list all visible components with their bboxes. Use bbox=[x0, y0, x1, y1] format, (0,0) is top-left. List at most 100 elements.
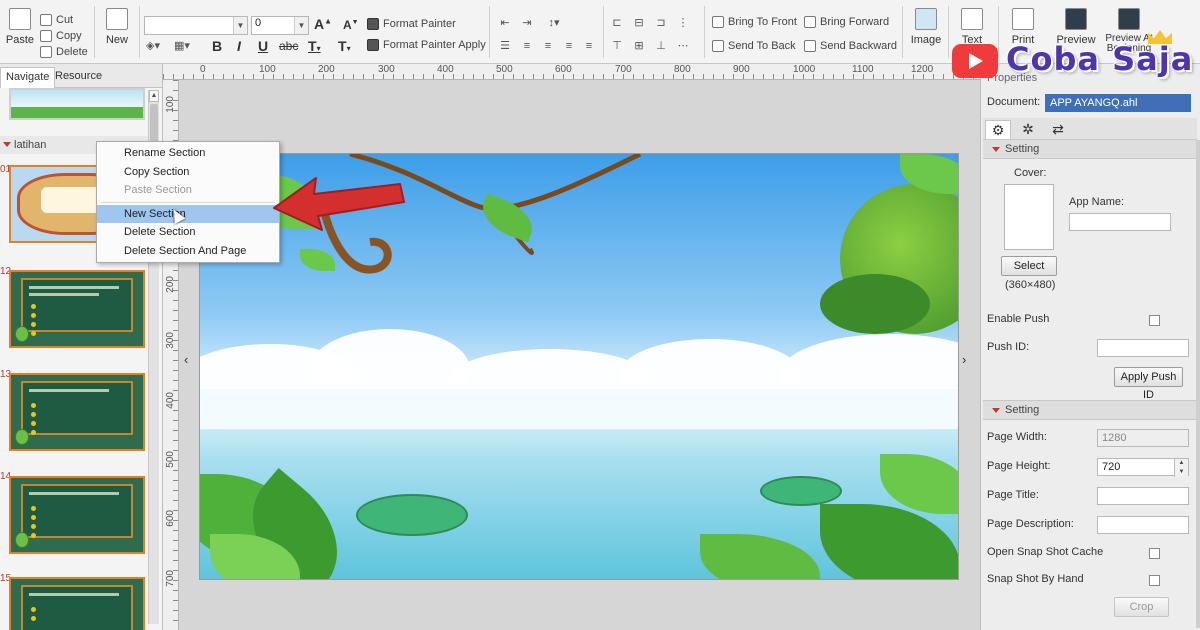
menu-item-copy-section[interactable]: Copy Section bbox=[97, 163, 279, 182]
strikethrough-button[interactable]: abc bbox=[279, 39, 298, 53]
app-name-input[interactable] bbox=[1069, 213, 1171, 231]
collapse-triangle-icon bbox=[992, 147, 1000, 152]
menu-item-rename-section[interactable]: Rename Section bbox=[97, 144, 279, 163]
image-button[interactable]: Image bbox=[906, 0, 946, 56]
align-center-icon[interactable]: ≡ bbox=[539, 37, 557, 55]
frog-mascot bbox=[15, 326, 29, 342]
gear-icon[interactable]: ⚙ bbox=[985, 120, 1011, 139]
paste-icon bbox=[9, 8, 31, 30]
slide-thumbnail[interactable] bbox=[9, 476, 145, 554]
send-backward-button[interactable]: Send Backward bbox=[804, 37, 897, 55]
font-name-select[interactable]: ▼ bbox=[144, 16, 248, 35]
slide-thumbnail[interactable] bbox=[9, 577, 145, 630]
page-width-input[interactable]: 1280 bbox=[1097, 429, 1189, 447]
setting-header[interactable]: Setting bbox=[983, 139, 1197, 159]
paste-button[interactable]: Paste bbox=[0, 0, 40, 56]
cover-label: Cover: bbox=[1014, 167, 1047, 179]
next-page-icon[interactable]: › bbox=[962, 352, 966, 367]
underline-button[interactable]: U bbox=[258, 38, 268, 54]
toolbar-separator bbox=[902, 6, 903, 58]
component-icon[interactable]: ✲ bbox=[1015, 120, 1041, 139]
send-to-back-button[interactable]: Send To Back bbox=[712, 37, 796, 55]
format-painter-apply-button[interactable]: Format Painter Apply bbox=[367, 36, 486, 54]
font-size-select[interactable]: 0 ▼ bbox=[251, 16, 309, 35]
option-dot bbox=[31, 304, 36, 309]
bold-button[interactable]: B bbox=[212, 38, 222, 54]
align-obj-middle-icon[interactable]: ⊞ bbox=[630, 37, 648, 55]
properties-scrollbar[interactable] bbox=[1196, 140, 1200, 628]
font-color-button[interactable]: T▾ bbox=[308, 38, 321, 54]
snap-cache-label: Open Snap Shot Cache bbox=[987, 546, 1104, 558]
align-obj-top-icon[interactable]: ⊤ bbox=[608, 37, 626, 55]
distribute-h-icon[interactable]: ⋮ bbox=[674, 14, 692, 32]
document-field[interactable]: APP AYANGQ.ahl bbox=[1045, 94, 1191, 112]
fill-color-icon[interactable]: ◈▾ bbox=[144, 37, 162, 55]
apply-push-id-button[interactable]: Apply Push ID bbox=[1114, 367, 1183, 401]
ruler-label: 700 bbox=[615, 64, 632, 75]
format-painter-button[interactable]: Format Painter bbox=[367, 15, 456, 33]
line-spacing-icon[interactable]: ↕▾ bbox=[541, 14, 567, 32]
snap-cache-checkbox[interactable] bbox=[1149, 548, 1160, 559]
text-highlight-button[interactable]: T▾ bbox=[338, 38, 351, 54]
align-right-icon[interactable]: ≡ bbox=[560, 37, 578, 55]
option-dot bbox=[31, 412, 36, 417]
horizon-mist bbox=[200, 389, 958, 429]
frog-mascot bbox=[15, 532, 29, 548]
bring-forward-button[interactable]: Bring Forward bbox=[804, 13, 889, 31]
option-dot bbox=[31, 322, 36, 327]
setting-header[interactable]: Setting bbox=[983, 400, 1197, 420]
option-dot bbox=[31, 313, 36, 318]
push-id-input[interactable] bbox=[1097, 339, 1189, 357]
font-shrink-icon[interactable]: A▼ bbox=[343, 18, 359, 32]
bring-to-front-button[interactable]: Bring To Front bbox=[712, 13, 797, 31]
italic-button[interactable]: I bbox=[237, 38, 241, 54]
menu-separator bbox=[101, 201, 275, 203]
delete-button[interactable]: Delete bbox=[40, 43, 88, 61]
bullet-list-icon[interactable]: ☰ bbox=[496, 37, 514, 55]
slide-thumbnail[interactable] bbox=[9, 88, 145, 120]
option-dot bbox=[31, 524, 36, 529]
delete-icon bbox=[40, 46, 52, 58]
align-obj-left-icon[interactable]: ⊏ bbox=[608, 14, 626, 32]
indent-decrease-icon[interactable]: ⇤ bbox=[496, 14, 514, 32]
new-button[interactable]: New bbox=[97, 0, 137, 56]
ruler-label: 600 bbox=[555, 64, 572, 75]
align-left-icon[interactable]: ≡ bbox=[518, 37, 536, 55]
menu-item-paste-section[interactable]: Paste Section bbox=[97, 181, 279, 200]
previous-page-icon[interactable]: ‹ bbox=[184, 352, 188, 367]
menu-item-delete-section-and-page[interactable]: Delete Section And Page bbox=[97, 242, 279, 261]
snap-by-hand-checkbox[interactable] bbox=[1149, 575, 1160, 586]
menu-item-new-section[interactable]: New Section bbox=[97, 204, 279, 224]
justify-icon[interactable]: ≡ bbox=[580, 37, 598, 55]
collapse-triangle-icon bbox=[3, 142, 11, 147]
align-obj-center-icon[interactable]: ⊟ bbox=[630, 14, 648, 32]
crop-button[interactable]: Crop bbox=[1114, 597, 1169, 617]
slide-thumbnail[interactable] bbox=[9, 373, 145, 451]
send-backward-icon bbox=[804, 40, 816, 52]
ruler-label: 500 bbox=[165, 451, 176, 468]
tab-navigate[interactable]: Navigate bbox=[0, 67, 56, 88]
ruler-label: 400 bbox=[437, 64, 454, 75]
enable-push-checkbox[interactable] bbox=[1149, 315, 1160, 326]
tab-resource[interactable]: Resource bbox=[50, 67, 107, 88]
border-icon[interactable]: ▦▾ bbox=[173, 37, 191, 55]
font-grow-icon[interactable]: A▲ bbox=[314, 16, 332, 32]
bring-front-icon bbox=[712, 16, 724, 28]
align-obj-right-icon[interactable]: ⊐ bbox=[652, 14, 670, 32]
slide-thumbnail[interactable] bbox=[9, 270, 145, 348]
align-obj-bottom-icon[interactable]: ⊥ bbox=[652, 37, 670, 55]
chalkboard bbox=[21, 381, 133, 435]
indent-increase-icon[interactable]: ⇥ bbox=[518, 14, 536, 32]
stepper-icon[interactable]: ▲ ▼ bbox=[1174, 459, 1188, 477]
page-description-input[interactable] bbox=[1097, 516, 1189, 534]
distribute-v-icon[interactable]: ⋯ bbox=[674, 37, 692, 55]
menu-item-delete-section[interactable]: Delete Section bbox=[97, 223, 279, 242]
page-height-input[interactable]: 720 ▲ ▼ bbox=[1097, 458, 1189, 477]
page-description-label: Page Description: bbox=[987, 518, 1074, 530]
select-cover-button[interactable]: Select bbox=[1001, 256, 1057, 276]
channel-watermark: Coba Saja bbox=[948, 26, 1198, 88]
transition-icon[interactable]: ⇄ bbox=[1045, 120, 1071, 139]
page-title-input[interactable] bbox=[1097, 487, 1189, 505]
option-dot bbox=[31, 403, 36, 408]
scroll-up-icon[interactable]: ▲ bbox=[149, 90, 159, 102]
